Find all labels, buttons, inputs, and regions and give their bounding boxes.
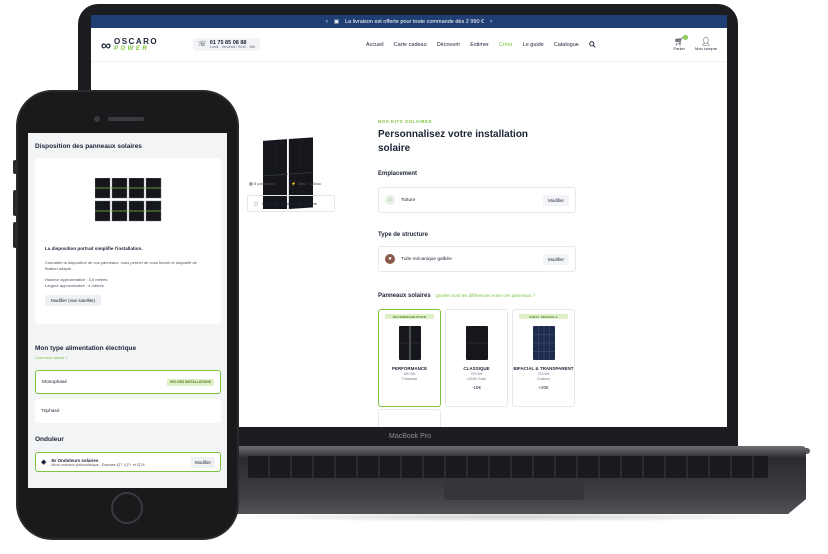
blue-panel-image xyxy=(532,326,555,360)
panel-count-text: ▦ 8 panneaux xyxy=(249,181,275,186)
phone-volume-up xyxy=(13,190,17,216)
black-panel-image xyxy=(398,326,421,360)
announce-text: La livraison est offerte pour toute comm… xyxy=(345,18,485,25)
view-composition-button[interactable]: ▢ Voir la composition du système xyxy=(247,195,335,212)
structure-heading: Type de structure xyxy=(378,232,428,238)
phone-contact[interactable]: ☏ 01 75 85 08 88 Lundi - Vendredi / 9h30… xyxy=(193,37,260,52)
card-brand: Trinasolar xyxy=(401,377,418,381)
inverter-heading: Onduleur xyxy=(35,436,64,443)
nav-item-decouvrir[interactable]: Découvrir xyxy=(437,42,461,48)
site-header: ∞ OSCARO POWER ☏ 01 75 85 08 88 Lundi - … xyxy=(91,28,727,62)
height-line: Hauteur approximative : 3,5 mètres xyxy=(45,277,108,282)
layout-card: La disposition portrait simplifie l'inst… xyxy=(35,158,221,324)
announce-box-icon: ▣ xyxy=(333,18,340,25)
inverter-icon: ◆ xyxy=(41,459,47,466)
panels-heading: Panneaux solaires Quelles sont les diffé… xyxy=(378,293,535,299)
structure-option: ● Tuile mécanique galbée Modifier xyxy=(378,246,576,272)
clipboard-icon: ▢ xyxy=(254,201,258,206)
phone-mute-switch xyxy=(13,160,17,174)
option-triphase[interactable]: Triphasé xyxy=(35,399,221,423)
panel-card-peek xyxy=(378,409,441,427)
nav-item-estimer[interactable]: Estimer xyxy=(470,42,489,48)
view-composition-label: Voir la composition du système xyxy=(261,201,317,206)
layout-heading: Disposition des panneaux solaires xyxy=(35,143,142,150)
card-brand: LONGi Solar xyxy=(466,377,487,381)
phone-camera xyxy=(94,116,100,122)
panel-card-bifacial[interactable]: IDÉAL PERGOLA BIFACIAL & TRANSPARENT 375… xyxy=(512,309,575,407)
layout-description: Connaître la disposition de vos panneaux… xyxy=(45,260,197,271)
account-label: Mon compte xyxy=(694,46,717,51)
inverter-option: ◆ 8x Onduleurs solaires Micro-onduleur p… xyxy=(35,452,221,472)
cart-count-badge: 0 xyxy=(683,35,689,40)
modify-satellite-button[interactable]: Modifier (vue satellite) xyxy=(45,295,102,306)
search-icon[interactable] xyxy=(589,41,596,48)
option-monophase[interactable]: Monophasé 90% DES INSTALLATIONS xyxy=(35,370,221,394)
site-logo[interactable]: ∞ OSCARO POWER xyxy=(101,37,185,53)
installations-tag: 90% DES INSTALLATIONS xyxy=(166,378,214,386)
structure-modify-button[interactable]: Modifier xyxy=(542,253,569,265)
inverter-modify-button[interactable]: Modifier xyxy=(190,456,215,468)
main-nav: Accueil Carte cadeau Découvrir Estimer C… xyxy=(366,41,596,48)
phone-hours: Lundi - Vendredi / 9h30 - 18h xyxy=(209,44,255,49)
device-mockup: MacBook Pro ‹ ▣ La livraison est offerte… xyxy=(0,0,828,554)
inverter-description: Micro-onduleur photovoltaïque - Enphase … xyxy=(51,462,145,467)
laptop-brand-label: MacBook Pro xyxy=(388,433,432,440)
roof-icon: ⌂ xyxy=(385,195,395,205)
kits-kicker: NOS KITS SOLAIRES xyxy=(378,119,433,124)
announce-next-icon[interactable]: › xyxy=(490,19,492,25)
panels-heading-text: Panneaux solaires xyxy=(378,293,431,299)
card-price: -16€ xyxy=(471,385,481,390)
card-brand: Dualsun xyxy=(537,377,550,381)
laptop-keyboard xyxy=(248,456,768,478)
logo-top-text: OSCARO xyxy=(113,36,159,46)
panels-differences-link[interactable]: Quelles sont les différences entre ces p… xyxy=(435,293,535,298)
total-power-text: ⚡ Total : 3,2kwc xyxy=(291,181,322,186)
phone-speaker xyxy=(108,117,144,121)
phone-home-button[interactable] xyxy=(111,492,143,524)
structure-value: Tuile mécanique galbée xyxy=(401,256,452,262)
nav-item-accueil[interactable]: Accueil xyxy=(366,42,384,48)
black-panel-image xyxy=(465,326,488,360)
phone-volume-down xyxy=(13,222,17,248)
cart-icon: 🛒︎ 0 xyxy=(674,35,689,46)
power-hint-link[interactable]: Comment savoir ? xyxy=(35,355,67,360)
announce-bar: ‹ ▣ La livraison est offerte pour toute … xyxy=(91,15,727,28)
tile-icon: ● xyxy=(385,254,395,264)
nav-item-le-guide[interactable]: Le guide xyxy=(523,42,544,48)
pergola-badge: IDÉAL PERGOLA xyxy=(519,314,568,319)
power-heading: Mon type alimentation électrique xyxy=(35,345,137,352)
panel-layout-diagram xyxy=(95,178,162,222)
emplacement-heading: Emplacement xyxy=(378,171,418,177)
announce-prev-icon[interactable]: ‹ xyxy=(326,19,328,25)
panel-card-classique[interactable]: CLASSIQUE 375 Wc LONGi Solar -16€ xyxy=(445,309,508,407)
emplacement-option: ⌂ Toiture Modifier xyxy=(378,187,576,213)
infinity-logo-icon: ∞ xyxy=(101,36,111,53)
cart-button[interactable]: 🛒︎ 0 Panier xyxy=(673,35,689,51)
emplacement-value: Toiture xyxy=(401,197,416,203)
panel-cards: RECOMMANDATION PERFORMANCE 400 Wc Trinas… xyxy=(378,309,575,407)
laptop-shadow xyxy=(220,512,796,522)
nav-item-creer[interactable]: Créer xyxy=(499,42,513,48)
phone-icon: ☏ xyxy=(198,41,207,49)
laptop-trackpad xyxy=(444,480,584,500)
option-monophase-label: Monophasé xyxy=(42,379,68,385)
emplacement-modify-button[interactable]: Modifier xyxy=(542,194,569,206)
account-button[interactable]: 👤︎ Mon compte xyxy=(694,37,717,52)
cart-label: Panier xyxy=(673,46,685,51)
phone-screen: Disposition des panneaux solaires La dis… xyxy=(28,133,227,488)
nav-item-catalogue[interactable]: Catalogue xyxy=(554,42,579,48)
width-line: Largeur approximative : 4 mètres xyxy=(45,283,104,288)
user-icon: 👤︎ xyxy=(700,37,712,46)
recommendation-badge: RECOMMANDATION xyxy=(385,314,434,319)
option-triphase-label: Triphasé xyxy=(41,408,60,414)
layout-caption: La disposition portrait simplifie l'inst… xyxy=(45,246,143,251)
card-price: +20€ xyxy=(538,385,549,390)
nav-item-carte-cadeau[interactable]: Carte cadeau xyxy=(394,42,427,48)
logo-bottom-text: POWER xyxy=(113,45,150,52)
panel-card-performance[interactable]: RECOMMANDATION PERFORMANCE 400 Wc Trinas… xyxy=(378,309,441,407)
page-title: Personnalisez votre installation solaire xyxy=(378,129,529,154)
